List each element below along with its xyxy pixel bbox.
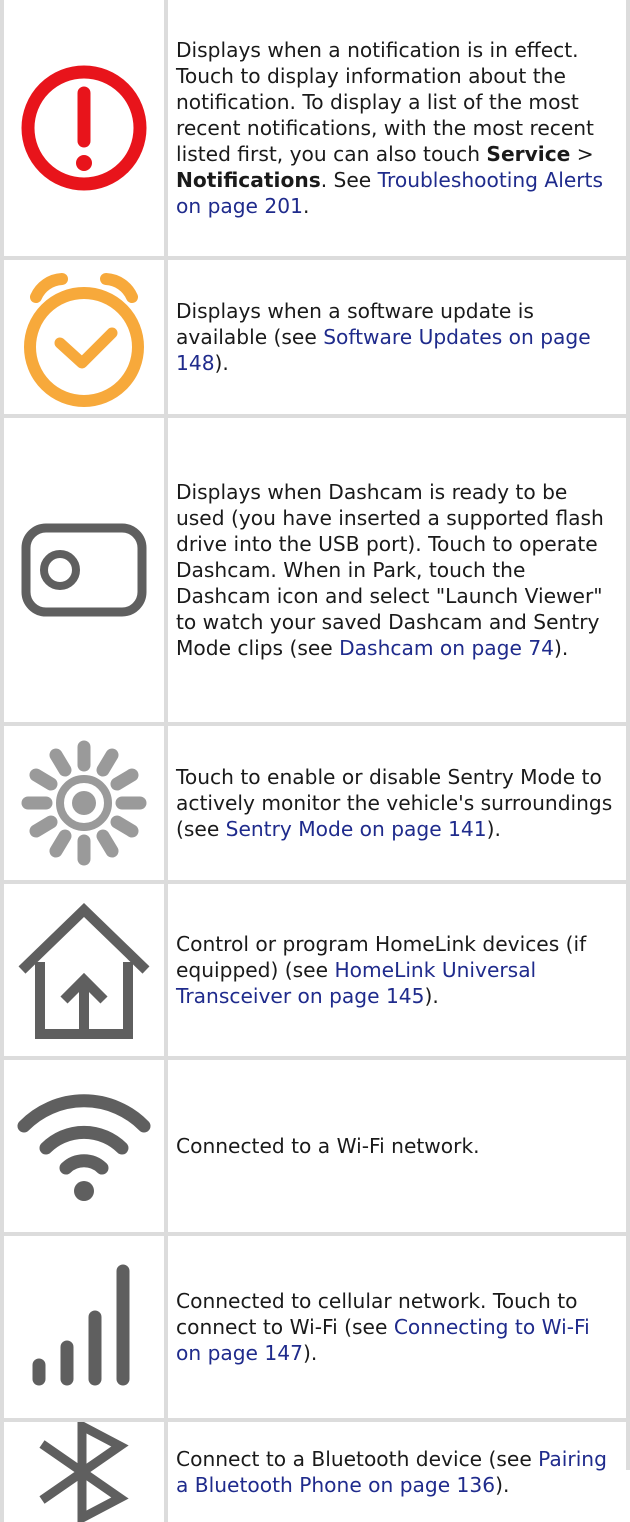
table-row-icon-cell xyxy=(4,1060,164,1232)
row-description: Connect to a Bluetooth device (see Pairi… xyxy=(176,1447,607,1497)
row-description: Control or program HomeLink devices (if … xyxy=(176,932,587,1008)
table-column-divider xyxy=(164,0,168,1522)
table-row-text-cell: Control or program HomeLink devices (if … xyxy=(176,884,616,1056)
table-row-icon-cell xyxy=(4,726,164,880)
table-row-text-cell: Displays when a software update is avail… xyxy=(176,260,616,414)
table-row-icon-cell xyxy=(4,884,164,1056)
sentry-mode-icon[interactable] xyxy=(14,733,154,873)
table-row-text-cell: Displays when a notification is in effec… xyxy=(176,0,616,256)
row-description: Displays when Dashcam is ready to be use… xyxy=(176,480,604,660)
cross-reference-link[interactable]: Dashcam on page 74 xyxy=(339,636,554,660)
row-description: Connected to a Wi-Fi network. xyxy=(176,1134,480,1158)
icon-reference-table: Displays when a notification is in effec… xyxy=(0,0,630,1522)
table-row-icon-cell xyxy=(4,0,164,256)
row-description: Displays when a software update is avail… xyxy=(176,299,591,375)
homelink-house-icon[interactable] xyxy=(14,900,154,1040)
table-row-icon-cell xyxy=(4,418,164,722)
table-row-text-cell: Connected to cellular network. Touch to … xyxy=(176,1236,616,1418)
table-row-icon-cell xyxy=(4,1422,164,1522)
cellular-signal-icon[interactable] xyxy=(19,1257,149,1397)
table-row-text-cell: Connect to a Bluetooth device (see Pairi… xyxy=(176,1422,616,1522)
table-row-text-cell: Touch to enable or disable Sentry Mode t… xyxy=(176,726,616,880)
exclamation-alert-icon[interactable] xyxy=(19,63,149,193)
table-border-right xyxy=(626,0,630,1470)
alarm-clock-icon[interactable] xyxy=(14,267,154,407)
wifi-icon[interactable] xyxy=(14,1086,154,1206)
dashcam-icon[interactable] xyxy=(20,522,148,618)
table-row-icon-cell xyxy=(4,1236,164,1418)
bluetooth-icon[interactable] xyxy=(34,1422,134,1522)
table-row-icon-cell xyxy=(4,260,164,414)
row-description: Touch to enable or disable Sentry Mode t… xyxy=(176,765,613,841)
row-description: Connected to cellular network. Touch to … xyxy=(176,1289,590,1365)
row-description: Displays when a notification is in effec… xyxy=(176,38,603,218)
table-row-text-cell: Connected to a Wi-Fi network. xyxy=(176,1060,616,1232)
cross-reference-link[interactable]: Sentry Mode on page 141 xyxy=(226,817,487,841)
table-row-text-cell: Displays when Dashcam is ready to be use… xyxy=(176,418,616,722)
